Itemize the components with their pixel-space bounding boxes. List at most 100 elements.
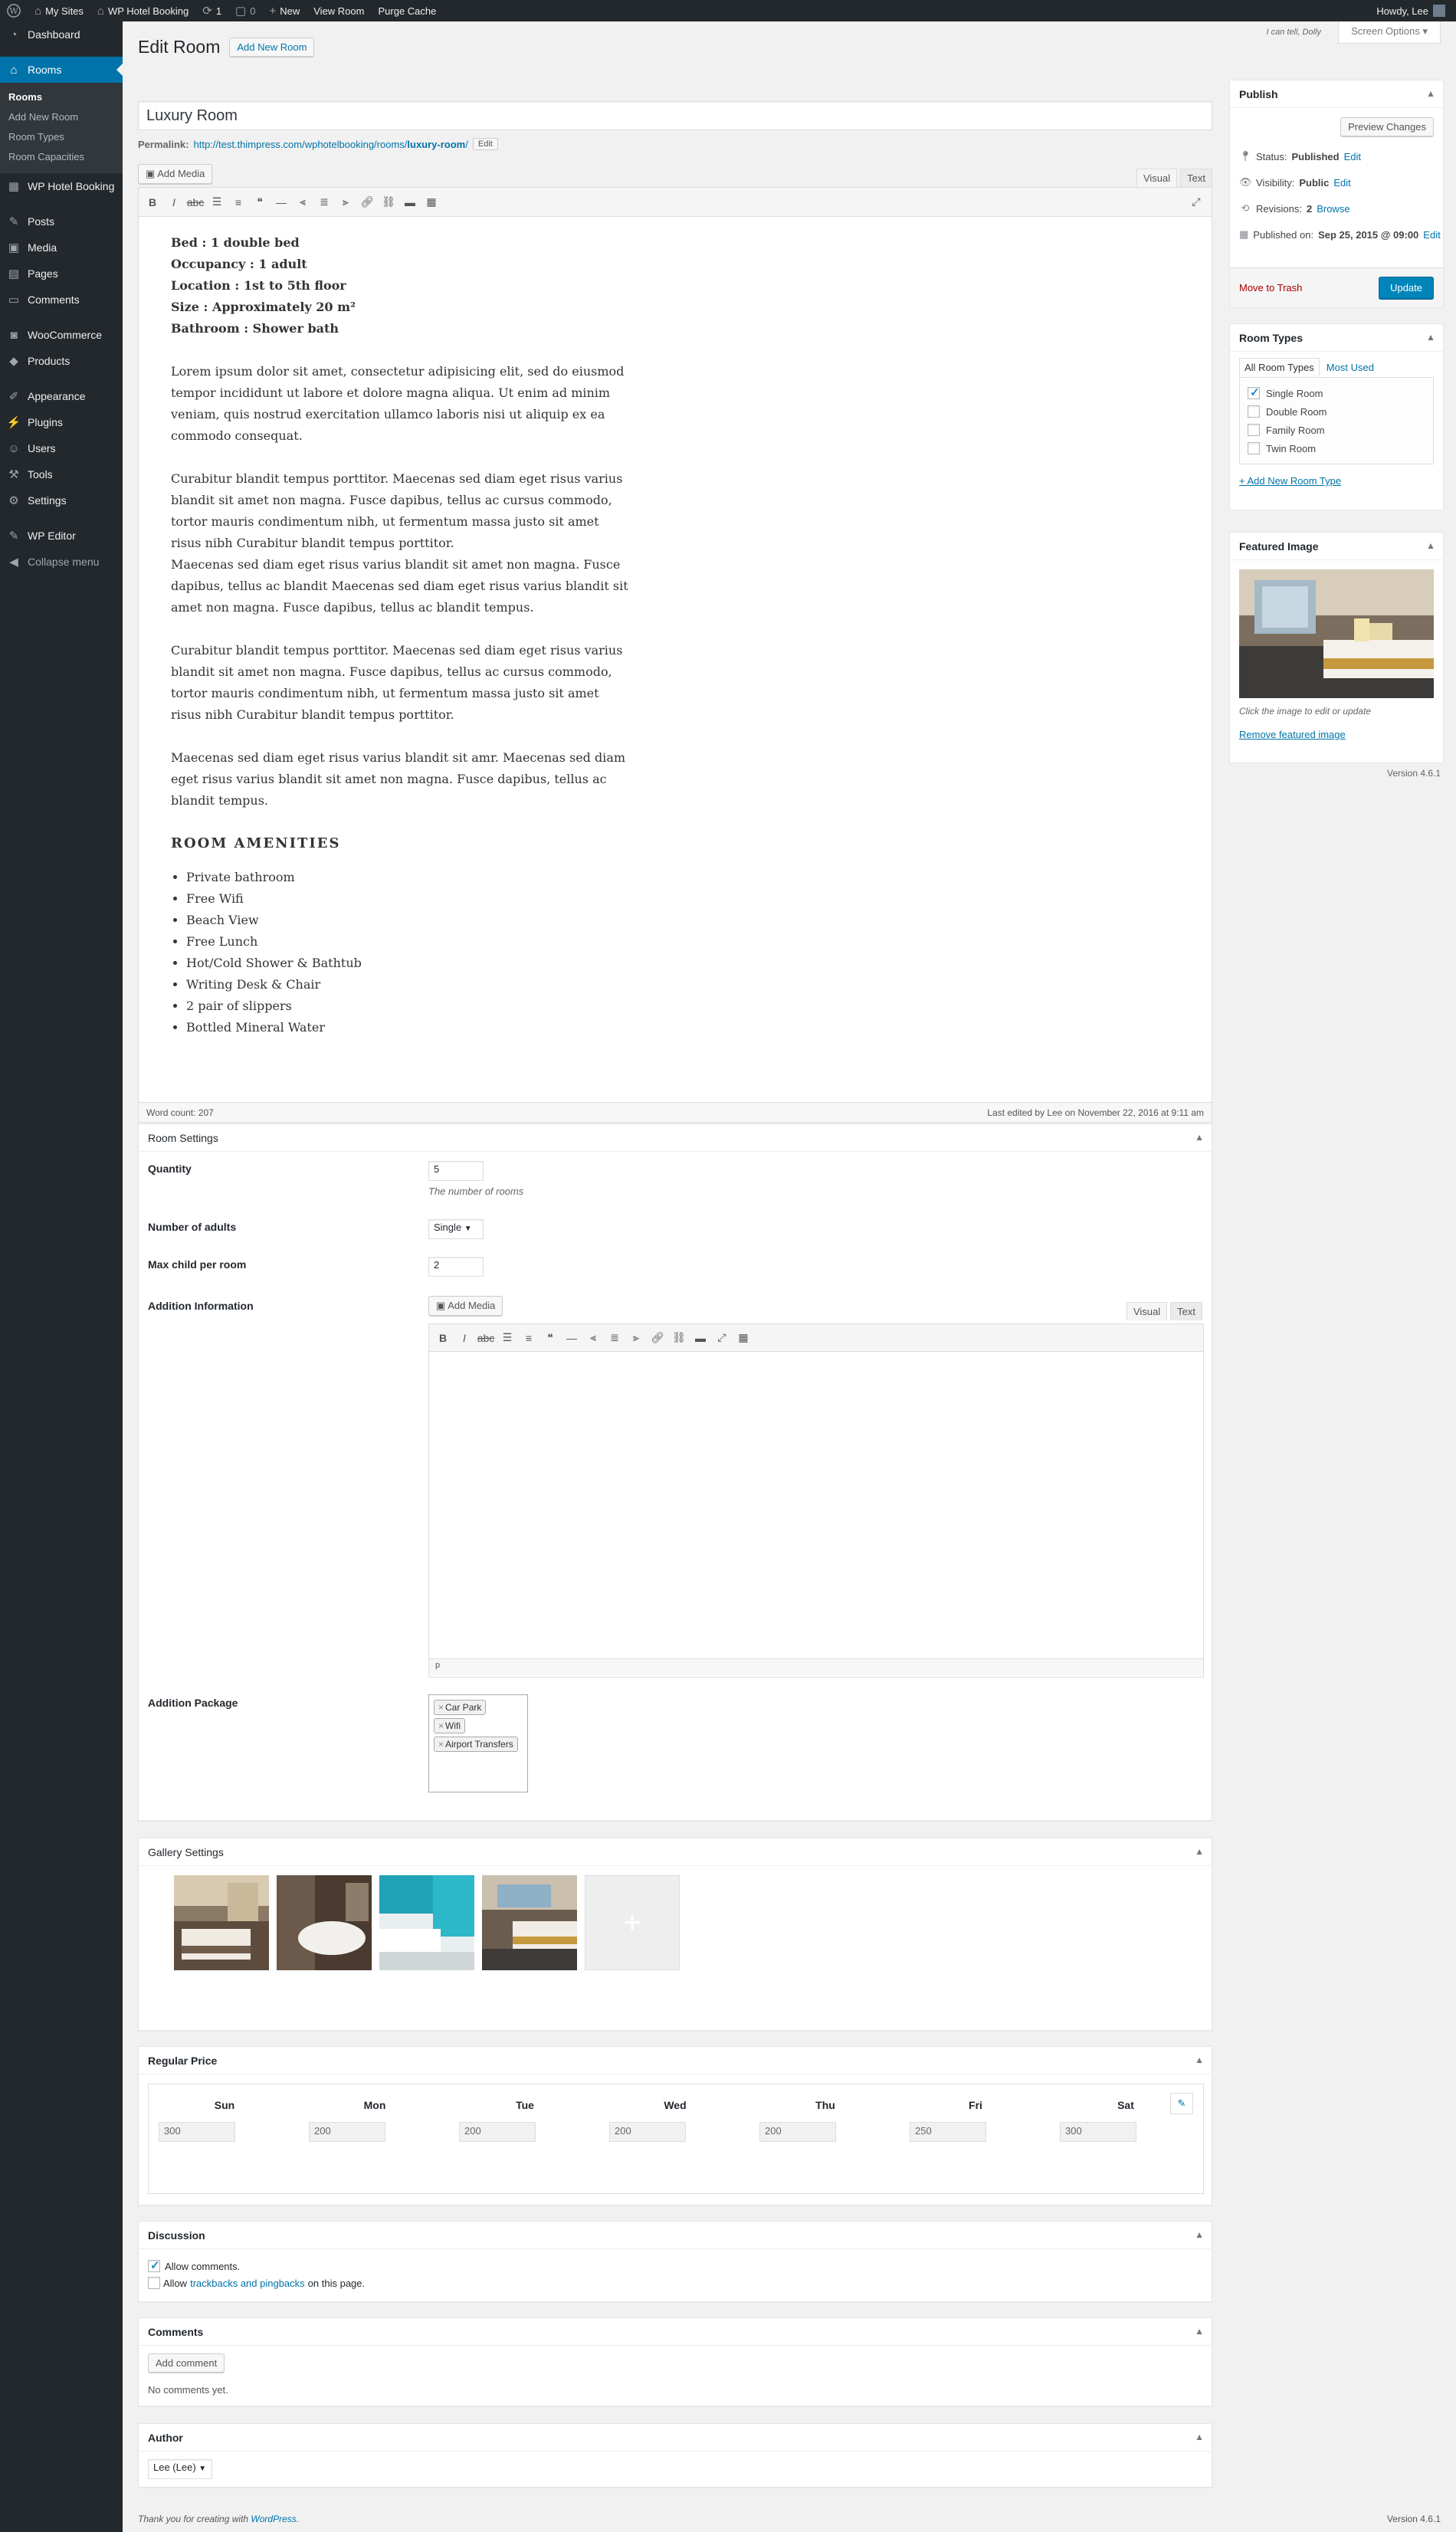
- italic-icon[interactable]: I: [163, 192, 185, 213]
- tab-text[interactable]: Text: [1180, 169, 1212, 187]
- link-icon[interactable]: 🔗︎: [647, 1327, 668, 1349]
- sidebar-item-pages[interactable]: ▤ Pages: [0, 261, 123, 287]
- package-tag[interactable]: × Airport Transfers: [434, 1737, 518, 1752]
- sidebar-item-tools[interactable]: ⚒ Tools: [0, 461, 123, 487]
- edit-slug-button[interactable]: Edit: [472, 138, 498, 150]
- publish-header[interactable]: Publish ▲: [1230, 80, 1443, 108]
- package-tag[interactable]: × Wifi: [434, 1718, 466, 1733]
- price-input-wed[interactable]: 200: [609, 2122, 686, 2142]
- collapse-arrow-icon[interactable]: ▲: [1195, 2055, 1204, 2065]
- strikethrough-icon[interactable]: abc: [475, 1327, 497, 1349]
- gallery-image[interactable]: [277, 1875, 372, 1970]
- site-name-menu[interactable]: ⌂ WP Hotel Booking: [90, 0, 195, 21]
- max-child-input[interactable]: 2: [428, 1257, 484, 1277]
- sidebar-item-products[interactable]: ◆ Products: [0, 348, 123, 374]
- room-settings-header[interactable]: Room Settings ▲: [139, 1124, 1212, 1152]
- gallery-header[interactable]: Gallery Settings ▲: [139, 1838, 1212, 1866]
- edit-date-link[interactable]: Edit: [1423, 229, 1440, 241]
- room-type-checkbox[interactable]: [1248, 424, 1260, 436]
- add-new-room-button[interactable]: Add New Room: [229, 38, 315, 57]
- edit-visibility-link[interactable]: Edit: [1333, 177, 1350, 189]
- account-menu[interactable]: Howdy, Lee: [1376, 5, 1456, 17]
- fullscreen-icon[interactable]: ⤢: [711, 1327, 733, 1349]
- tab-visual[interactable]: Visual: [1136, 169, 1178, 187]
- align-center-icon[interactable]: ≣: [313, 192, 335, 213]
- wordpress-logo-icon[interactable]: W: [0, 0, 28, 21]
- strikethrough-icon[interactable]: abc: [185, 192, 206, 213]
- sidebar-item-posts[interactable]: ✎ Posts: [0, 208, 123, 235]
- list-item[interactable]: Single Room: [1248, 384, 1425, 402]
- align-left-icon[interactable]: ⫷: [582, 1327, 604, 1349]
- preview-changes-button[interactable]: Preview Changes: [1340, 117, 1434, 136]
- addition-editor-content[interactable]: [429, 1352, 1203, 1658]
- featured-image-header[interactable]: Featured Image ▲: [1230, 533, 1443, 560]
- comments-menu[interactable]: ▢ 0: [228, 0, 262, 21]
- screen-options-button[interactable]: Screen Options ▾: [1338, 21, 1441, 44]
- link-icon[interactable]: 🔗︎: [356, 192, 378, 213]
- toolbar-toggle-icon[interactable]: ▦: [421, 192, 442, 213]
- collapse-arrow-icon[interactable]: ▲: [1195, 1846, 1204, 1857]
- editor-content[interactable]: Bed : 1 double bed Occupancy : 1 adult L…: [139, 217, 1212, 1102]
- sidebar-item-settings[interactable]: ⚙ Settings: [0, 487, 123, 513]
- unlink-icon[interactable]: ⛓: [668, 1327, 690, 1349]
- add-comment-button[interactable]: Add comment: [148, 2353, 225, 2373]
- regular-price-header[interactable]: Regular Price ▲: [139, 2047, 1212, 2074]
- list-item[interactable]: Double Room: [1248, 402, 1425, 421]
- update-button[interactable]: Update: [1379, 277, 1434, 299]
- sidebar-item-users[interactable]: ☺ Users: [0, 435, 123, 461]
- submenu-room-types[interactable]: Room Types: [0, 127, 123, 147]
- submenu-room-capacities[interactable]: Room Capacities: [0, 147, 123, 167]
- addition-package-select[interactable]: × Car Park × Wifi × Airport Transfers: [428, 1694, 528, 1792]
- collapse-arrow-icon[interactable]: ▲: [1426, 540, 1435, 551]
- horizontal-line-icon[interactable]: —: [561, 1327, 582, 1349]
- gallery-image[interactable]: [379, 1875, 474, 1970]
- price-input-tue[interactable]: 200: [459, 2122, 536, 2142]
- read-more-icon[interactable]: ▬: [690, 1327, 711, 1349]
- my-sites-menu[interactable]: ⌂ My Sites: [28, 0, 90, 21]
- browse-revisions-link[interactable]: Browse: [1317, 203, 1349, 215]
- numbered-list-icon[interactable]: ≡: [228, 192, 249, 213]
- blockquote-icon[interactable]: ❝: [539, 1327, 561, 1349]
- sidebar-item-woocommerce[interactable]: ◙ WooCommerce: [0, 322, 123, 348]
- updates-menu[interactable]: ⟳ 1: [195, 0, 228, 21]
- price-input-sat[interactable]: 300: [1060, 2122, 1136, 2142]
- collapse-arrow-icon[interactable]: ▲: [1426, 332, 1435, 343]
- align-right-icon[interactable]: ⫸: [335, 192, 356, 213]
- align-right-icon[interactable]: ⫸: [625, 1327, 647, 1349]
- discussion-header[interactable]: Discussion ▲: [139, 2222, 1212, 2249]
- remove-icon[interactable]: ×: [438, 1702, 444, 1713]
- purge-cache-link[interactable]: Purge Cache: [371, 0, 443, 21]
- price-input-sun[interactable]: 300: [159, 2122, 235, 2142]
- package-tag[interactable]: × Car Park: [434, 1700, 487, 1715]
- room-type-checkbox[interactable]: [1248, 442, 1260, 454]
- bold-icon[interactable]: B: [142, 192, 163, 213]
- featured-image[interactable]: [1239, 569, 1434, 698]
- collapse-arrow-icon[interactable]: ▲: [1195, 1132, 1204, 1143]
- bold-icon[interactable]: B: [432, 1327, 454, 1349]
- price-input-fri[interactable]: 250: [910, 2122, 986, 2142]
- wordpress-link[interactable]: WordPress: [251, 2514, 296, 2524]
- collapse-menu-button[interactable]: ◀ Collapse menu: [0, 549, 123, 575]
- sidebar-item-media[interactable]: ▣ Media: [0, 235, 123, 261]
- move-to-trash-link[interactable]: Move to Trash: [1239, 282, 1302, 294]
- addition-add-media-button[interactable]: ▣ Add Media: [428, 1296, 503, 1316]
- quantity-input[interactable]: 5: [428, 1161, 484, 1181]
- room-type-checkbox[interactable]: [1248, 405, 1260, 418]
- gallery-image[interactable]: [174, 1875, 269, 1970]
- collapse-arrow-icon[interactable]: ▲: [1195, 2432, 1204, 2442]
- allow-pings-checkbox[interactable]: [148, 2277, 160, 2289]
- add-new-room-type-link[interactable]: + Add New Room Type: [1239, 475, 1434, 487]
- add-gallery-image-button[interactable]: +: [585, 1875, 680, 1970]
- remove-icon[interactable]: ×: [438, 1739, 444, 1750]
- sidebar-item-rooms[interactable]: ⌂ Rooms: [0, 57, 123, 83]
- tab-all-room-types[interactable]: All Room Types: [1239, 358, 1320, 377]
- numbered-list-icon[interactable]: ≡: [518, 1327, 539, 1349]
- addition-tab-text[interactable]: Text: [1170, 1302, 1202, 1320]
- sidebar-item-wp-editor[interactable]: ✎ WP Editor: [0, 523, 123, 549]
- bullet-list-icon[interactable]: ☰: [497, 1327, 518, 1349]
- fullscreen-icon[interactable]: ⤢: [1185, 192, 1207, 213]
- allow-comments-checkbox[interactable]: [148, 2258, 160, 2272]
- addition-tab-visual[interactable]: Visual: [1126, 1302, 1168, 1320]
- sidebar-item-wp-hotel-booking[interactable]: ▦ WP Hotel Booking: [0, 173, 123, 199]
- adults-select[interactable]: Single ▼: [428, 1219, 484, 1239]
